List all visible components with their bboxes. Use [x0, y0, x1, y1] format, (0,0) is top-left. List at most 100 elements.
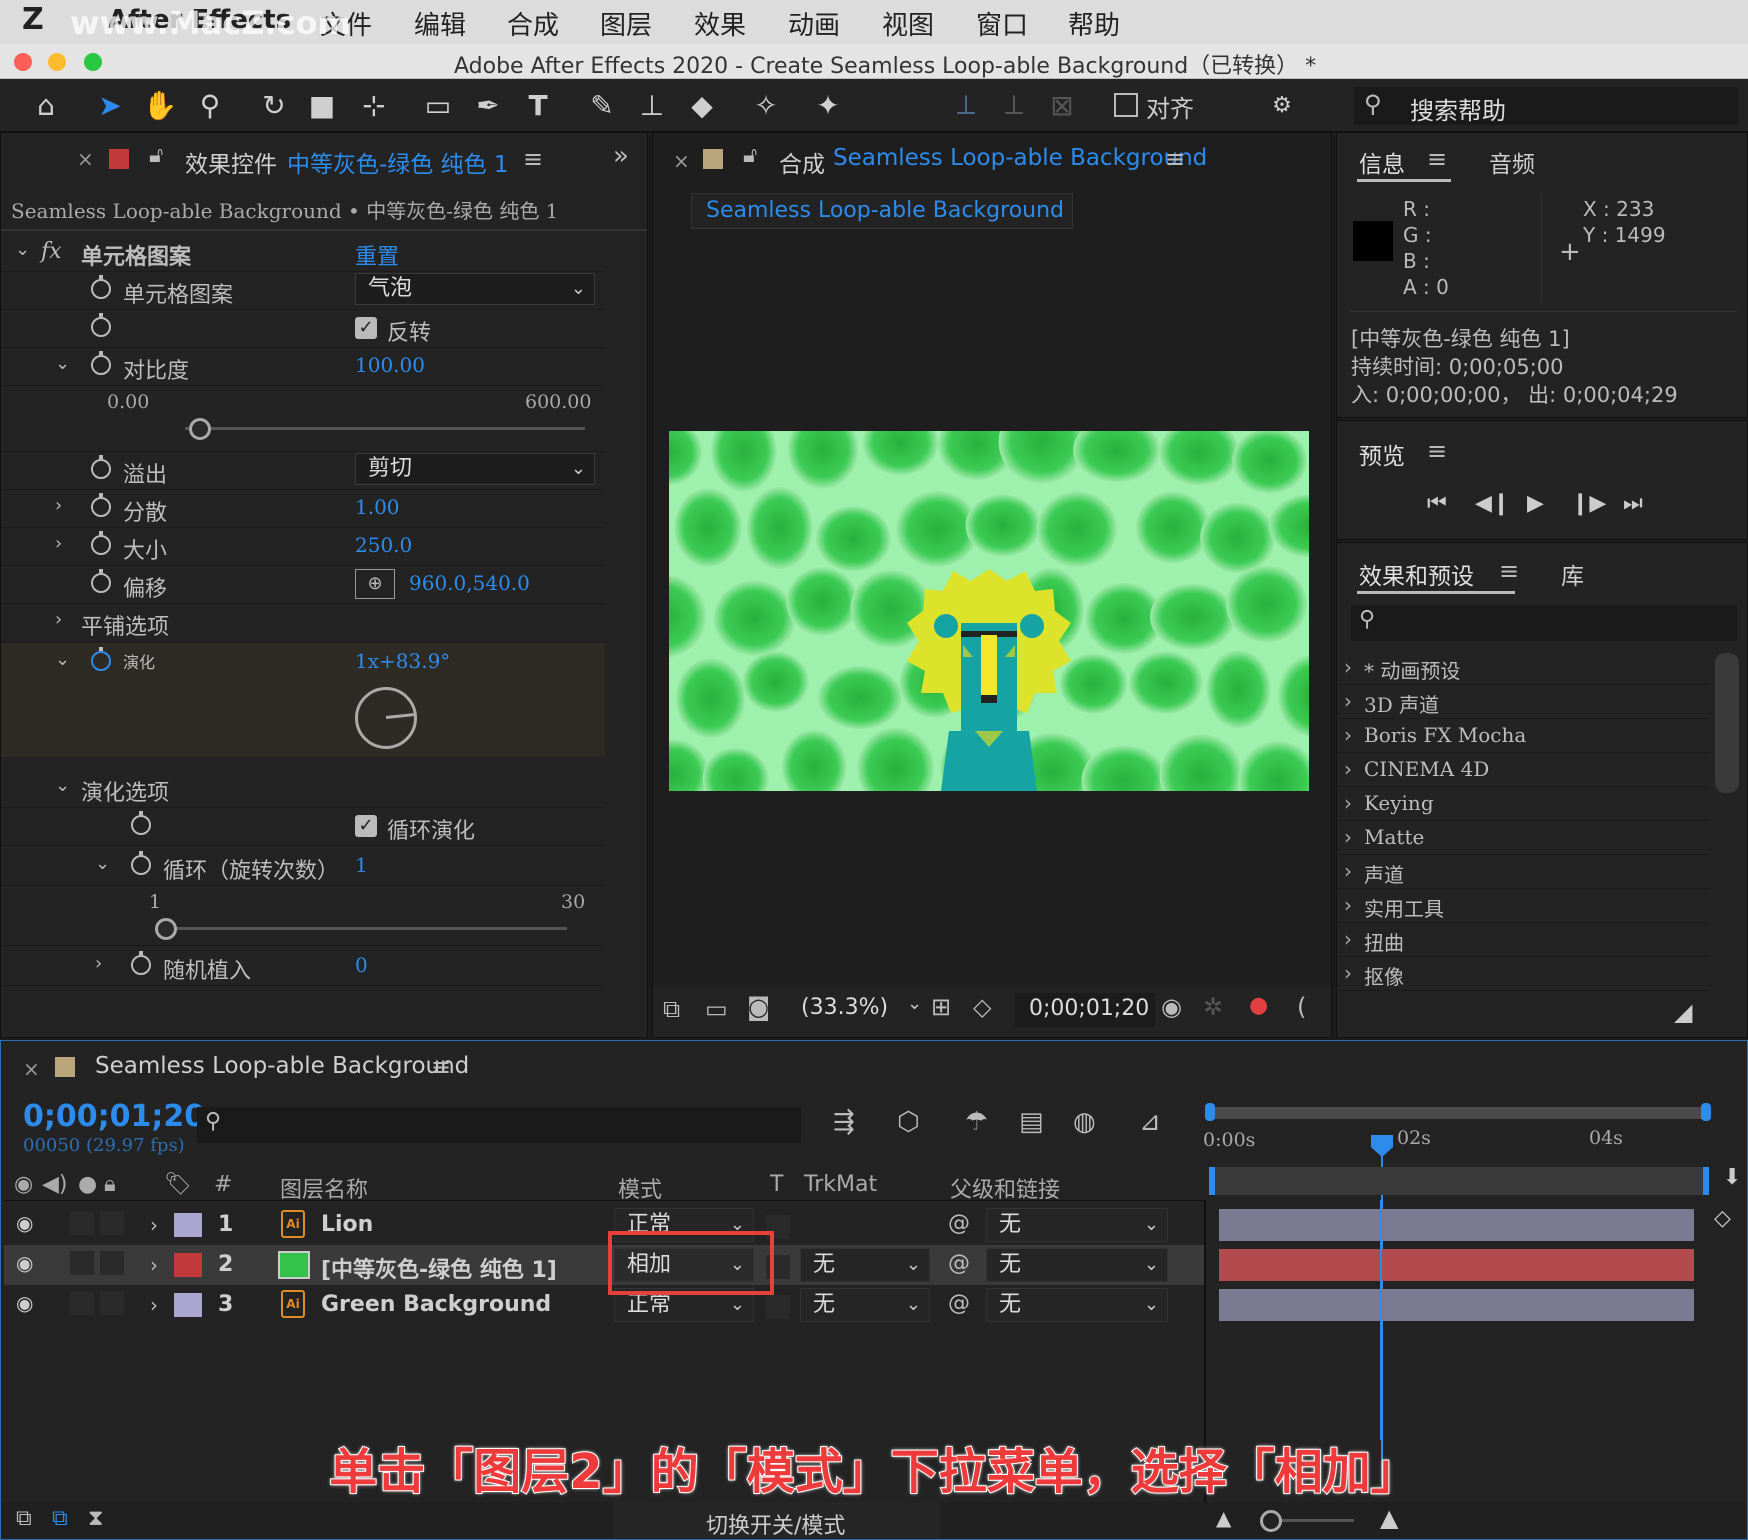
panel-menu-icon[interactable]: ≡	[1499, 557, 1519, 585]
list-item[interactable]: › Boris FX Mocha	[1338, 719, 1710, 753]
layer-name[interactable]: Green Background	[321, 1292, 551, 1317]
layer-name[interactable]: [中等灰色-绿色 纯色 1]	[321, 1252, 557, 1284]
current-time-display[interactable]: 0;00;01;20	[1015, 993, 1155, 1027]
rectangle-tool-icon[interactable]: ▭	[418, 85, 458, 125]
offset-value[interactable]: 960.0,540.0	[409, 571, 530, 595]
effect-reset-link[interactable]: 重置	[355, 239, 399, 271]
stopwatch-icon[interactable]	[91, 455, 111, 479]
workspace-icon[interactable]: ⚙	[1262, 85, 1302, 125]
shy-layers-icon[interactable]: ☂	[965, 1107, 988, 1137]
pattern-dropdown[interactable]: 气泡 ⌄	[355, 273, 595, 305]
menu-composition[interactable]: 合成	[507, 5, 559, 42]
rotate-tool-icon[interactable]: ↻	[254, 85, 294, 125]
resolution-icon[interactable]: ⊞	[931, 993, 951, 1021]
tab-info[interactable]: 信息	[1359, 145, 1405, 179]
list-item[interactable]: › CINEMA 4D	[1338, 753, 1710, 787]
clone-stamp-tool-icon[interactable]: ⊥	[632, 85, 672, 125]
show-snapshot-icon[interactable]: ✲	[1203, 993, 1223, 1021]
chevron-down-icon[interactable]: ⌄	[55, 353, 70, 374]
parent-dropdown[interactable]: 无 ⌄	[986, 1248, 1168, 1282]
zoom-out-icon[interactable]: ▲	[1216, 1506, 1231, 1530]
parent-dropdown[interactable]: 无 ⌄	[986, 1288, 1168, 1322]
puppet-tool-icon[interactable]: ✦	[808, 85, 848, 125]
close-icon[interactable]: ×	[23, 1057, 40, 1081]
label-color[interactable]	[174, 1293, 202, 1317]
invert-checkbox[interactable]: ✓	[355, 317, 377, 339]
chevron-right-icon[interactable]: ›	[55, 533, 62, 554]
cycle-slider-knob[interactable]	[155, 918, 177, 940]
close-icon[interactable]: ×	[77, 147, 94, 171]
comp-subtab[interactable]: Seamless Loop-able Background	[691, 193, 1073, 229]
help-search-input[interactable]: 搜索帮助	[1410, 91, 1506, 126]
solo-switch[interactable]	[70, 1211, 94, 1235]
list-item[interactable]: › 扭曲	[1338, 923, 1710, 957]
label-color[interactable]	[174, 1213, 202, 1237]
menu-effect[interactable]: 效果	[694, 5, 746, 42]
pick-whip-icon[interactable]: @	[948, 1211, 970, 1236]
list-item[interactable]: › Keying	[1338, 787, 1710, 821]
eraser-tool-icon[interactable]: ◆	[682, 85, 722, 125]
layer-bar-1[interactable]	[1219, 1209, 1694, 1241]
comp-mini-flowchart-icon[interactable]: ⇶	[833, 1107, 855, 1137]
local-axis-icon[interactable]: ⟂	[946, 85, 986, 125]
eye-icon[interactable]: ◉	[16, 1211, 33, 1235]
list-item[interactable]: › Matte	[1338, 821, 1710, 855]
chevron-right-icon[interactable]: ›	[55, 495, 62, 516]
panel-menu-icon[interactable]: ≡	[1165, 145, 1185, 173]
pick-whip-icon[interactable]: @	[948, 1251, 970, 1276]
chevron-down-icon[interactable]: ⌄	[95, 853, 110, 874]
align-checkbox[interactable]	[1114, 93, 1138, 117]
monitor-icon[interactable]: ▭	[705, 995, 728, 1023]
view-axis-icon[interactable]: ⊠	[1042, 85, 1082, 125]
comp-viewer[interactable]	[669, 431, 1309, 791]
list-item[interactable]: › 抠像	[1338, 957, 1710, 991]
label-color[interactable]	[174, 1253, 202, 1277]
layer-bar-2[interactable]	[1219, 1249, 1694, 1281]
fx-icon[interactable]: fx	[41, 239, 62, 264]
always-preview-icon[interactable]: ⧉	[663, 995, 680, 1023]
work-area-end[interactable]	[1701, 1103, 1711, 1121]
evolution-dial[interactable]	[355, 687, 417, 749]
solo-switch[interactable]	[70, 1291, 94, 1315]
help-search-box[interactable]: ⚲ 搜索帮助	[1354, 87, 1738, 125]
brush-tool-icon[interactable]: ✎	[582, 85, 622, 125]
layer-name[interactable]: Lion	[321, 1212, 373, 1237]
work-area-bar[interactable]	[1209, 1107, 1709, 1119]
list-item[interactable]: › 3D 声道	[1338, 685, 1710, 719]
draft-3d-icon[interactable]: ⬡	[897, 1107, 920, 1137]
prev-frame-icon[interactable]: ◀❙	[1475, 491, 1510, 516]
window-close-button[interactable]	[14, 53, 32, 71]
tab-library[interactable]: 库	[1561, 557, 1584, 591]
table-row[interactable]: ◉ › 2 [中等灰色-绿色 纯色 1] 相加 ⌄ 无 ⌄ @ 无 ⌄	[4, 1245, 1204, 1285]
chevron-down-icon[interactable]: ⌄	[55, 775, 70, 796]
trkmat-dropdown[interactable]: 无 ⌄	[800, 1288, 930, 1322]
window-zoom-button[interactable]	[84, 53, 102, 71]
lock-icon[interactable]: 🔓︎	[149, 143, 163, 168]
mask-icon[interactable]: ◙	[747, 993, 770, 1021]
time-navigator[interactable]	[1209, 1167, 1709, 1195]
roto-brush-tool-icon[interactable]: ✧	[746, 85, 786, 125]
menu-animation[interactable]: 动画	[788, 5, 840, 42]
eye-icon[interactable]: ◉	[16, 1291, 33, 1315]
camera-tool-icon[interactable]: ■	[302, 85, 342, 125]
comp-marker-icon[interactable]: ⬇	[1723, 1165, 1741, 1190]
first-frame-icon[interactable]: ⏮	[1427, 491, 1447, 516]
menu-edit[interactable]: 编辑	[414, 5, 466, 42]
layer-switches-icon[interactable]: ⧉	[16, 1506, 32, 1531]
eye-icon[interactable]: ◉	[16, 1251, 33, 1275]
hand-tool-icon[interactable]: ✋	[140, 85, 180, 125]
stopwatch-icon[interactable]	[131, 951, 151, 975]
effect-controls-tab-label[interactable]: 效果控件	[185, 145, 277, 179]
panel-menu-icon[interactable]: ≡	[1427, 145, 1447, 173]
zoom-dropdown[interactable]: (33.3%) ⌄	[791, 993, 931, 1027]
keyframe-nav-icon[interactable]: ◇	[1714, 1206, 1731, 1231]
panel-menu-icon[interactable]: ≡	[523, 145, 543, 173]
chevron-right-icon[interactable]: ›	[150, 1293, 158, 1317]
expand-panels-icon[interactable]: »	[613, 141, 629, 171]
size-value[interactable]: 250.0	[355, 533, 412, 557]
overflow-dropdown[interactable]: 剪切 ⌄	[355, 453, 595, 485]
transfer-controls-icon[interactable]: ⧉	[52, 1506, 68, 1531]
panel-resize-icon[interactable]: ◢	[1674, 998, 1692, 1026]
panel-menu-icon[interactable]: ≡	[431, 1053, 451, 1081]
contrast-slider-knob[interactable]	[189, 418, 211, 440]
